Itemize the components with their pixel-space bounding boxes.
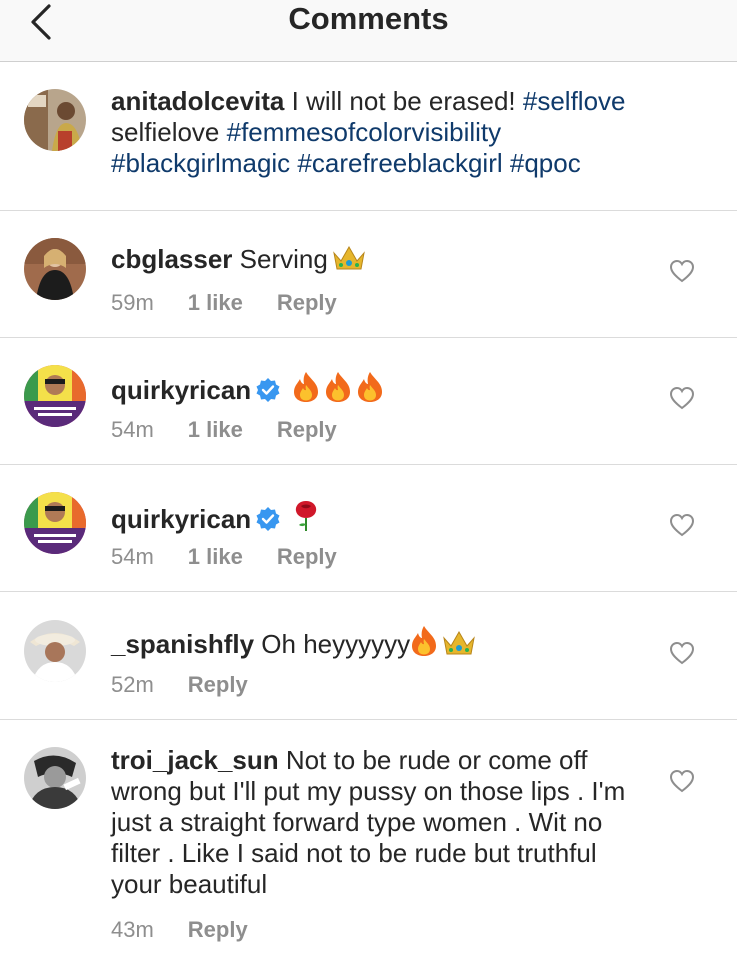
- reply-button[interactable]: Reply: [277, 543, 337, 571]
- comment-meta: 43m Reply: [111, 916, 248, 944]
- comment-time: 54m: [111, 417, 154, 442]
- comment-text: troi_jack_sun Not to be rude or come off…: [111, 745, 651, 900]
- page-title: Comments: [288, 1, 449, 36]
- comment-username[interactable]: troi_jack_sun: [111, 745, 279, 775]
- top-bar: Comments: [0, 0, 737, 62]
- post-caption: anitadolcevita I will not be erased! #se…: [0, 62, 737, 211]
- reply-button[interactable]: Reply: [188, 916, 248, 944]
- comment-time: 54m: [111, 544, 154, 569]
- comment-text: _spanishfly Oh heyyyyyy: [111, 625, 657, 664]
- avatar[interactable]: [24, 365, 86, 427]
- crown-icon: [332, 244, 366, 279]
- hashtag[interactable]: #qpoc: [510, 148, 581, 178]
- heart-icon[interactable]: [669, 259, 695, 283]
- comment-username[interactable]: quirkyrican: [111, 504, 251, 534]
- post-username[interactable]: anitadolcevita: [111, 86, 284, 116]
- verified-badge-icon: [255, 377, 281, 410]
- avatar[interactable]: [24, 620, 86, 682]
- comment-item: troi_jack_sun Not to be rude or come off…: [0, 720, 737, 959]
- comment-time: 43m: [111, 917, 154, 942]
- comment-text: cbglasser Serving: [111, 244, 657, 279]
- comment-username[interactable]: cbglasser: [111, 244, 232, 274]
- comment-item: _spanishfly Oh heyyyyyy 52m Reply: [0, 592, 737, 720]
- comment-meta: 52m Reply: [111, 671, 248, 699]
- fire-icon: [410, 625, 438, 664]
- fire-icon: [356, 371, 384, 410]
- rose-icon: [292, 498, 320, 539]
- heart-icon[interactable]: [669, 513, 695, 537]
- comment-text: quirkyrican: [111, 498, 657, 539]
- hashtag[interactable]: #carefreeblackgirl: [297, 148, 502, 178]
- comment-message: Oh heyyyyyy: [254, 629, 411, 659]
- heart-icon[interactable]: [669, 641, 695, 665]
- crown-icon: [442, 629, 476, 664]
- hashtag[interactable]: #selflove: [523, 86, 626, 116]
- comment-meta: 59m 1 like Reply: [111, 289, 337, 317]
- reply-button[interactable]: Reply: [277, 416, 337, 444]
- caption-text: I will not be erased!: [284, 86, 523, 116]
- avatar[interactable]: [24, 492, 86, 554]
- comment-time: 52m: [111, 672, 154, 697]
- likes-count[interactable]: 1 like: [188, 289, 243, 317]
- comment-meta: 54m 1 like Reply: [111, 416, 337, 444]
- hashtag[interactable]: #blackgirlmagic: [111, 148, 290, 178]
- avatar[interactable]: [24, 238, 86, 300]
- heart-icon[interactable]: [669, 769, 695, 793]
- comment-item: cbglasser Serving 59m 1 like Reply: [0, 211, 737, 338]
- heart-icon[interactable]: [669, 386, 695, 410]
- comments-screen: Comments anitadolcevita I will not be er…: [0, 0, 737, 959]
- reply-button[interactable]: Reply: [188, 671, 248, 699]
- post-caption-text: anitadolcevita I will not be erased! #se…: [111, 86, 657, 179]
- fire-icon: [292, 371, 320, 410]
- likes-count[interactable]: 1 like: [188, 416, 243, 444]
- comment-item: quirkyrican 54m 1 like Reply: [0, 338, 737, 465]
- likes-count[interactable]: 1 like: [188, 543, 243, 571]
- comment-time: 59m: [111, 290, 154, 315]
- caption-text: selfielove: [111, 117, 227, 147]
- comment-item: quirkyrican 54m 1 like Reply: [0, 465, 737, 592]
- fire-icon: [324, 371, 352, 410]
- comment-text: quirkyrican: [111, 371, 657, 410]
- comment-message: Serving: [232, 244, 328, 274]
- verified-badge-icon: [255, 506, 281, 539]
- comment-username[interactable]: _spanishfly: [111, 629, 254, 659]
- reply-button[interactable]: Reply: [277, 289, 337, 317]
- avatar[interactable]: [24, 747, 86, 809]
- comment-meta: 54m 1 like Reply: [111, 543, 337, 571]
- comment-username[interactable]: quirkyrican: [111, 375, 251, 405]
- hashtag[interactable]: #femmesofcolorvisibility: [227, 117, 502, 147]
- avatar[interactable]: [24, 89, 86, 151]
